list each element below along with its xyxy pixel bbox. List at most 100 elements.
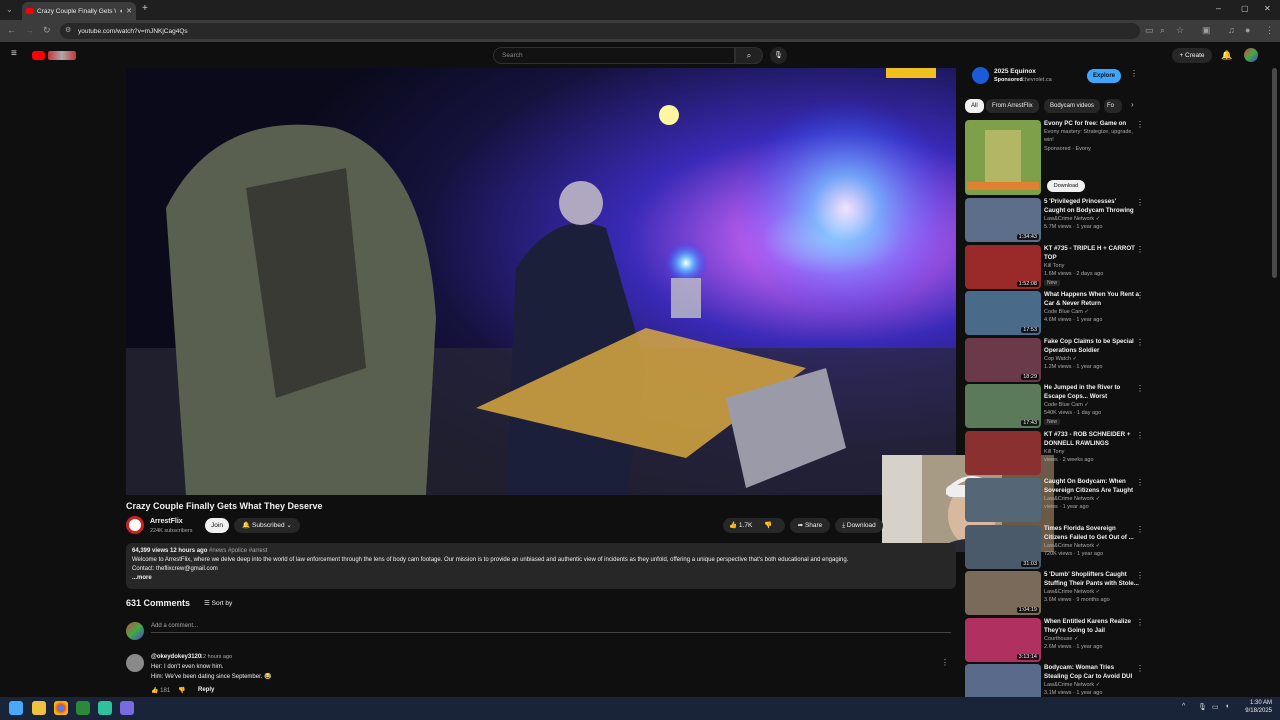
rec-thumbnail[interactable]: [965, 120, 1041, 195]
chip-more[interactable]: Fo: [1104, 99, 1122, 113]
rec-thumbnail[interactable]: 1:04:19: [965, 571, 1041, 615]
file-explorer-icon[interactable]: [32, 701, 46, 715]
recommendation-item[interactable]: 17:53 What Happens When You Rent a Car & …: [965, 291, 1150, 337]
rec-title[interactable]: 5 'Dumb' Shoplifters Caught Stuffing The…: [1044, 571, 1139, 588]
rec-title[interactable]: KT #735 - TRIPLE H + CARROT TOP: [1044, 245, 1139, 262]
back-icon[interactable]: ←: [7, 25, 16, 35]
rec-more-icon[interactable]: ⋮: [1136, 618, 1144, 627]
xbox-icon[interactable]: [76, 701, 90, 715]
rec-more-icon[interactable]: ⋮: [1136, 571, 1144, 580]
cast-icon[interactable]: ▭: [1145, 25, 1154, 35]
rec-more-icon[interactable]: ⋮: [1136, 431, 1144, 440]
rec-download-button[interactable]: Download: [1047, 180, 1085, 192]
hamburger-menu-icon[interactable]: ≡: [11, 48, 17, 59]
rec-channel[interactable]: Law&Crime Network ✓: [1044, 216, 1144, 222]
rec-thumbnail[interactable]: 17:53: [965, 291, 1041, 335]
speaker-icon[interactable]: ◖: [119, 8, 123, 15]
rec-channel[interactable]: Courthouse ✓: [1044, 636, 1144, 642]
share-button[interactable]: ➦ Share: [790, 518, 830, 533]
rec-thumbnail[interactable]: 18:29: [965, 338, 1041, 382]
restore-icon[interactable]: ▢: [1241, 4, 1249, 13]
chip-all[interactable]: All: [965, 99, 984, 113]
recommendation-item[interactable]: 1:52:08 KT #735 - TRIPLE H + CARROT TOP Ki…: [965, 245, 1150, 291]
description-more-link[interactable]: ...more: [132, 574, 950, 583]
rec-more-icon[interactable]: ⋮: [1136, 198, 1144, 207]
clock-time[interactable]: 1:30 AM: [1240, 700, 1272, 706]
ad-more-icon[interactable]: ⋮: [1130, 69, 1138, 78]
recommendation-item[interactable]: 1:34:43 5 'Privileged Princesses' Caught …: [965, 198, 1150, 244]
comment-author-avatar[interactable]: [126, 654, 144, 672]
rec-channel[interactable]: Kill Tony: [1044, 263, 1144, 269]
rec-channel[interactable]: Law&Crime Network ✓: [1044, 682, 1144, 688]
comment-author[interactable]: @okeydokey3120: [151, 654, 201, 660]
reload-icon[interactable]: ↻: [43, 25, 51, 35]
rec-thumbnail[interactable]: 17:43: [965, 384, 1041, 428]
recommendation-item[interactable]: 3:13:14 When Entitled Karens Realize They…: [965, 618, 1150, 664]
chip-bodycam-videos[interactable]: Bodycam videos: [1044, 99, 1101, 113]
sort-by-button[interactable]: ☰ Sort by: [204, 599, 232, 607]
recommendation-item[interactable]: 1:04:19 5 'Dumb' Shoplifters Caught Stuff…: [965, 571, 1150, 617]
app-icon[interactable]: [98, 701, 112, 715]
volume-icon[interactable]: ◖: [1225, 703, 1229, 710]
browser-menu-icon[interactable]: ⋮: [1265, 25, 1274, 35]
rec-channel[interactable]: Law&Crime Network ✓: [1044, 496, 1144, 502]
bookmark-star-icon[interactable]: ☆: [1176, 25, 1184, 35]
rec-title[interactable]: Caught On Bodycam: When Sovereign Citize…: [1044, 478, 1139, 495]
page-scrollbar[interactable]: [1272, 68, 1277, 278]
rec-title[interactable]: KT #733 - ROB SCHNEIDER + DONNELL RAWLIN…: [1044, 431, 1139, 448]
notifications-bell-icon[interactable]: 🔔: [1221, 50, 1232, 61]
doodle-logo-icon[interactable]: [48, 51, 76, 60]
tab-active[interactable]: Crazy Couple Finally Gets W ◖ ✕: [22, 2, 136, 20]
rec-more-icon[interactable]: ⋮: [1136, 245, 1144, 254]
youtube-logo-icon[interactable]: [32, 51, 45, 60]
tray-chevron-icon[interactable]: ^: [1182, 703, 1185, 710]
rec-channel[interactable]: Law&Crime Network ✓: [1044, 543, 1144, 549]
rec-more-icon[interactable]: ⋮: [1136, 478, 1144, 487]
new-tab-icon[interactable]: +: [142, 3, 148, 14]
minimize-icon[interactable]: –: [1216, 3, 1221, 13]
ad-title[interactable]: 2025 Equinox: [994, 68, 1036, 75]
recommendation-item[interactable]: KT #733 - ROB SCHNEIDER + DONNELL RAWLIN…: [965, 431, 1150, 477]
add-comment-input[interactable]: Add a comment...: [151, 623, 951, 633]
recommendation-item[interactable]: 18:29 Fake Cop Claims to be Special Opera…: [965, 338, 1150, 384]
rec-thumbnail[interactable]: [965, 431, 1041, 475]
create-button[interactable]: + Create: [1172, 48, 1212, 63]
clock-date[interactable]: 9/18/2025: [1240, 708, 1272, 714]
discord-icon[interactable]: [120, 701, 134, 715]
rec-more-icon[interactable]: ⋮: [1136, 120, 1144, 129]
profile-icon[interactable]: ●: [1245, 25, 1250, 35]
rec-more-icon[interactable]: ⋮: [1136, 525, 1144, 534]
rec-channel[interactable]: Code Blue Cam ✓: [1044, 402, 1144, 408]
search-button[interactable]: ⌕: [735, 47, 763, 64]
rec-more-icon[interactable]: ⋮: [1136, 291, 1144, 300]
close-window-icon[interactable]: ✕: [1264, 4, 1271, 13]
url-field[interactable]: ⚙ youtube.com/watch?v=mJNKjCag4Qs: [60, 23, 1140, 39]
close-tab-icon[interactable]: ✕: [126, 7, 132, 15]
recommendation-sponsored[interactable]: Evony PC for free: Game on Evony mastery…: [965, 120, 1150, 195]
recommendation-item[interactable]: Caught On Bodycam: When Sovereign Citize…: [965, 478, 1150, 524]
rec-more-icon[interactable]: ⋮: [1136, 338, 1144, 347]
rec-title[interactable]: Times Florida Sovereign Citizens Failed …: [1044, 525, 1139, 542]
forward-icon[interactable]: →: [25, 25, 34, 35]
rec-channel[interactable]: Cop Watch ✓: [1044, 356, 1144, 362]
ad-advertiser-icon[interactable]: [972, 67, 989, 84]
rec-title[interactable]: What Happens When You Rent a Car & Never…: [1044, 291, 1139, 308]
channel-avatar[interactable]: [126, 516, 144, 534]
account-avatar[interactable]: [1244, 48, 1258, 62]
rec-channel[interactable]: Kill Tony: [1044, 449, 1144, 455]
comment-more-icon[interactable]: ⋮: [941, 658, 949, 667]
rec-thumbnail[interactable]: [965, 478, 1041, 522]
rec-thumbnail[interactable]: 31:03: [965, 525, 1041, 569]
extensions-icon[interactable]: ▣: [1202, 25, 1211, 35]
subscribed-button[interactable]: 🔔 Subscribed ⌄: [234, 518, 300, 533]
rec-thumbnail[interactable]: 1:52:08: [965, 245, 1041, 289]
recommendation-item[interactable]: 17:43 He Jumped in the River to Escape Co…: [965, 384, 1150, 430]
voice-search-button[interactable]: 🎙: [770, 47, 787, 64]
chrome-icon[interactable]: [54, 701, 68, 715]
comment-like-button[interactable]: 👍 181: [151, 687, 170, 694]
download-button[interactable]: ⤓ Download: [835, 518, 883, 533]
site-info-icon[interactable]: ⚙: [65, 26, 71, 34]
comment-dislike-button[interactable]: 👎: [178, 687, 185, 694]
search-input[interactable]: Search: [493, 47, 735, 64]
rec-title[interactable]: Fake Cop Claims to be Special Operations…: [1044, 338, 1139, 355]
